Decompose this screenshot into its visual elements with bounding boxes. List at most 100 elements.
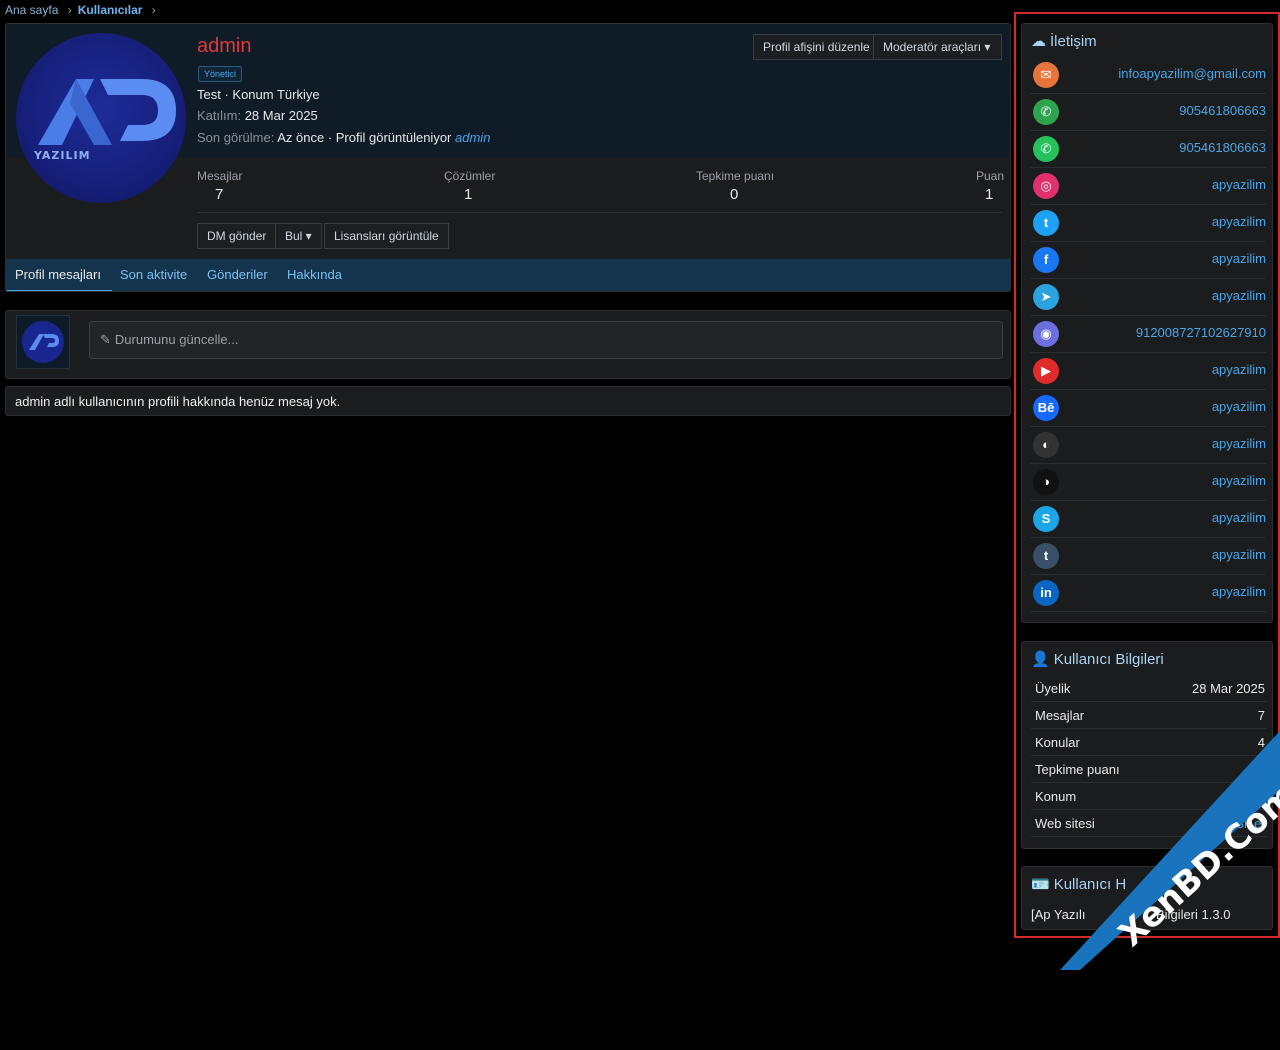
- contact-value[interactable]: apyazilim: [1212, 473, 1266, 488]
- tumblr-icon: t: [1033, 543, 1059, 569]
- breadcrumb-users-link[interactable]: Kullanıcılar: [78, 3, 143, 17]
- stat-value[interactable]: 1: [985, 186, 993, 203]
- last-seen-line: Son görülme: Az önce · Profil görüntülen…: [197, 130, 490, 145]
- contact-value[interactable]: 905461806663: [1179, 103, 1266, 118]
- contact-row: ◉ 912008727102627910: [1030, 316, 1266, 353]
- contact-value[interactable]: apyazilim: [1212, 214, 1266, 229]
- last-seen-label: Son görülme:: [197, 130, 275, 145]
- contact-row: in apyazilim: [1030, 575, 1266, 612]
- breadcrumb-separator: ›: [67, 3, 72, 17]
- avatar[interactable]: YAZILIM: [16, 33, 186, 203]
- contact-row: ◑ apyazilim: [1030, 464, 1266, 501]
- contact-value[interactable]: apyazilim: [1212, 547, 1266, 562]
- linkedin-icon: in: [1033, 580, 1059, 606]
- stat-value[interactable]: 7: [215, 186, 223, 203]
- github-icon: ◐: [1033, 432, 1059, 458]
- user-info-title: Kullanıcı Bilgileri: [1053, 651, 1164, 668]
- username[interactable]: admin: [197, 35, 251, 58]
- contact-value[interactable]: apyazilim: [1212, 288, 1266, 303]
- info-label: Mesajlar: [1035, 708, 1085, 723]
- breadcrumb-home-link[interactable]: Ana sayfa: [5, 3, 58, 17]
- breadcrumb: Ana sayfa › Kullanıcılar ›: [5, 3, 162, 17]
- avatar-logo: YAZILIM: [33, 79, 176, 162]
- youtube-icon: ▶: [1033, 358, 1059, 384]
- info-row: Tepkime puanı: [1031, 756, 1267, 783]
- contact-heading: ☁ İletişim: [1031, 32, 1097, 50]
- info-label: Üyelik: [1035, 681, 1071, 696]
- find-button[interactable]: Bul ▾: [275, 223, 322, 249]
- contact-row: t apyazilim: [1030, 205, 1266, 242]
- contact-row: ➤ apyazilim: [1030, 279, 1266, 316]
- status-input[interactable]: ✎ Durumunu güncelle...: [89, 321, 1003, 359]
- info-label: Tepkime puanı: [1035, 762, 1120, 777]
- avatar-text: YAZILIM: [33, 149, 91, 162]
- user-info-block: 👤 Kullanıcı Bilgileri Üyelik 28 Mar 2025 M…: [1021, 641, 1273, 849]
- phone-icon: ✆: [1033, 99, 1059, 125]
- role-badge: Yönetici: [198, 66, 243, 82]
- contact-row: ✆ 905461806663: [1030, 94, 1266, 131]
- contact-row: ◐ apyazilim: [1030, 427, 1266, 464]
- contact-value[interactable]: 905461806663: [1179, 140, 1266, 155]
- status-avatar: [16, 315, 70, 369]
- telegram-icon: ➤: [1033, 284, 1059, 310]
- contact-value[interactable]: apyazilim: [1212, 436, 1266, 451]
- breadcrumb-separator: ›: [151, 3, 156, 17]
- moderator-tools-button[interactable]: Moderatör araçları ▾: [873, 34, 1002, 60]
- discord-icon: ◉: [1033, 321, 1059, 347]
- stat-value[interactable]: 1: [464, 186, 472, 203]
- twitter-icon: t: [1033, 210, 1059, 236]
- joined-value: 28 Mar 2025: [244, 108, 318, 123]
- contact-row: Sapyazilim: [1030, 501, 1266, 538]
- contact-icon: ☁: [1031, 33, 1046, 50]
- sidebar: ☁ İletişim ✉ infoapyazilim@gmail.com ✆ 90546…: [1014, 12, 1280, 938]
- tab-profile-messages[interactable]: Profil mesajları: [15, 267, 101, 282]
- website-link[interactable]: Sit et: [1235, 816, 1265, 831]
- edit-banner-button[interactable]: Profil afişini düzenle: [753, 34, 880, 60]
- profile-tabs: Profil mesajları Son aktivite Gönderiler…: [6, 259, 1010, 291]
- stat-label: Tepkime puanı: [696, 169, 775, 183]
- id-card-icon: 🪪: [1031, 876, 1050, 893]
- info-row: Konum: [1031, 783, 1267, 810]
- info-row: Web sitesi Sit et: [1031, 810, 1267, 837]
- user-icon: 👤: [1031, 651, 1050, 668]
- info-value: 7: [1257, 708, 1265, 723]
- contact-value[interactable]: apyazilim: [1212, 584, 1266, 599]
- info-value: 28 Mar 2025: [1192, 681, 1265, 696]
- tab-posts[interactable]: Gönderiler: [207, 267, 268, 282]
- contact-value[interactable]: apyazilim: [1212, 399, 1266, 414]
- contact-value[interactable]: apyazilim: [1212, 251, 1266, 266]
- facebook-icon: f: [1033, 247, 1059, 273]
- info-label: Konum: [1035, 789, 1077, 804]
- info-label: Konular: [1035, 735, 1080, 750]
- stat-label: Mesajlar: [197, 169, 243, 183]
- joined-label: Katılım:: [197, 108, 242, 123]
- contact-value[interactable]: apyazilim: [1212, 510, 1266, 525]
- contact-row: ▶ apyazilim: [1030, 353, 1266, 390]
- dm-button[interactable]: DM gönder: [197, 223, 277, 249]
- contact-value[interactable]: infoapyazilim@gmail.com: [1118, 66, 1266, 81]
- addon-heading: 🪪 Kullanıcı H: [1031, 875, 1126, 893]
- status-placeholder: Durumunu güncelle...: [114, 332, 239, 347]
- stat-value[interactable]: 0: [730, 186, 738, 203]
- contact-row: f apyazilim: [1030, 242, 1266, 279]
- tab-about[interactable]: Hakkında: [287, 267, 342, 282]
- instagram-icon: ◎: [1033, 173, 1059, 199]
- last-seen-value: Az önce · Profil görüntüleniyor: [277, 130, 452, 145]
- contact-value[interactable]: 912008727102627910: [1136, 325, 1266, 340]
- tab-recent-activity[interactable]: Son aktivite: [120, 267, 187, 282]
- contact-block: ☁ İletişim ✉ infoapyazilim@gmail.com ✆ 90546…: [1021, 23, 1273, 623]
- active-tab-indicator: [6, 290, 112, 291]
- contact-value[interactable]: apyazilim: [1212, 177, 1266, 192]
- skype-icon: S: [1033, 506, 1059, 532]
- contact-row: ✆ 905461806663: [1030, 131, 1266, 168]
- contact-value[interactable]: apyazilim: [1212, 362, 1266, 377]
- last-seen-link[interactable]: admin: [455, 130, 490, 145]
- licenses-button[interactable]: Lisansları görüntüle: [324, 223, 449, 249]
- user-info-heading: 👤 Kullanıcı Bilgileri: [1031, 650, 1164, 668]
- info-row: Konular 4: [1031, 729, 1267, 756]
- status-update-box: ✎ Durumunu güncelle...: [5, 310, 1011, 379]
- user-tagline: Test · Konum Türkiye: [197, 87, 320, 102]
- addon-block: 🪪 Kullanıcı H [Ap Yazılı Bilgileri 1.3.0: [1021, 866, 1273, 930]
- contact-row: ✉ infoapyazilim@gmail.com: [1030, 57, 1266, 94]
- contact-row: t apyazilim: [1030, 538, 1266, 575]
